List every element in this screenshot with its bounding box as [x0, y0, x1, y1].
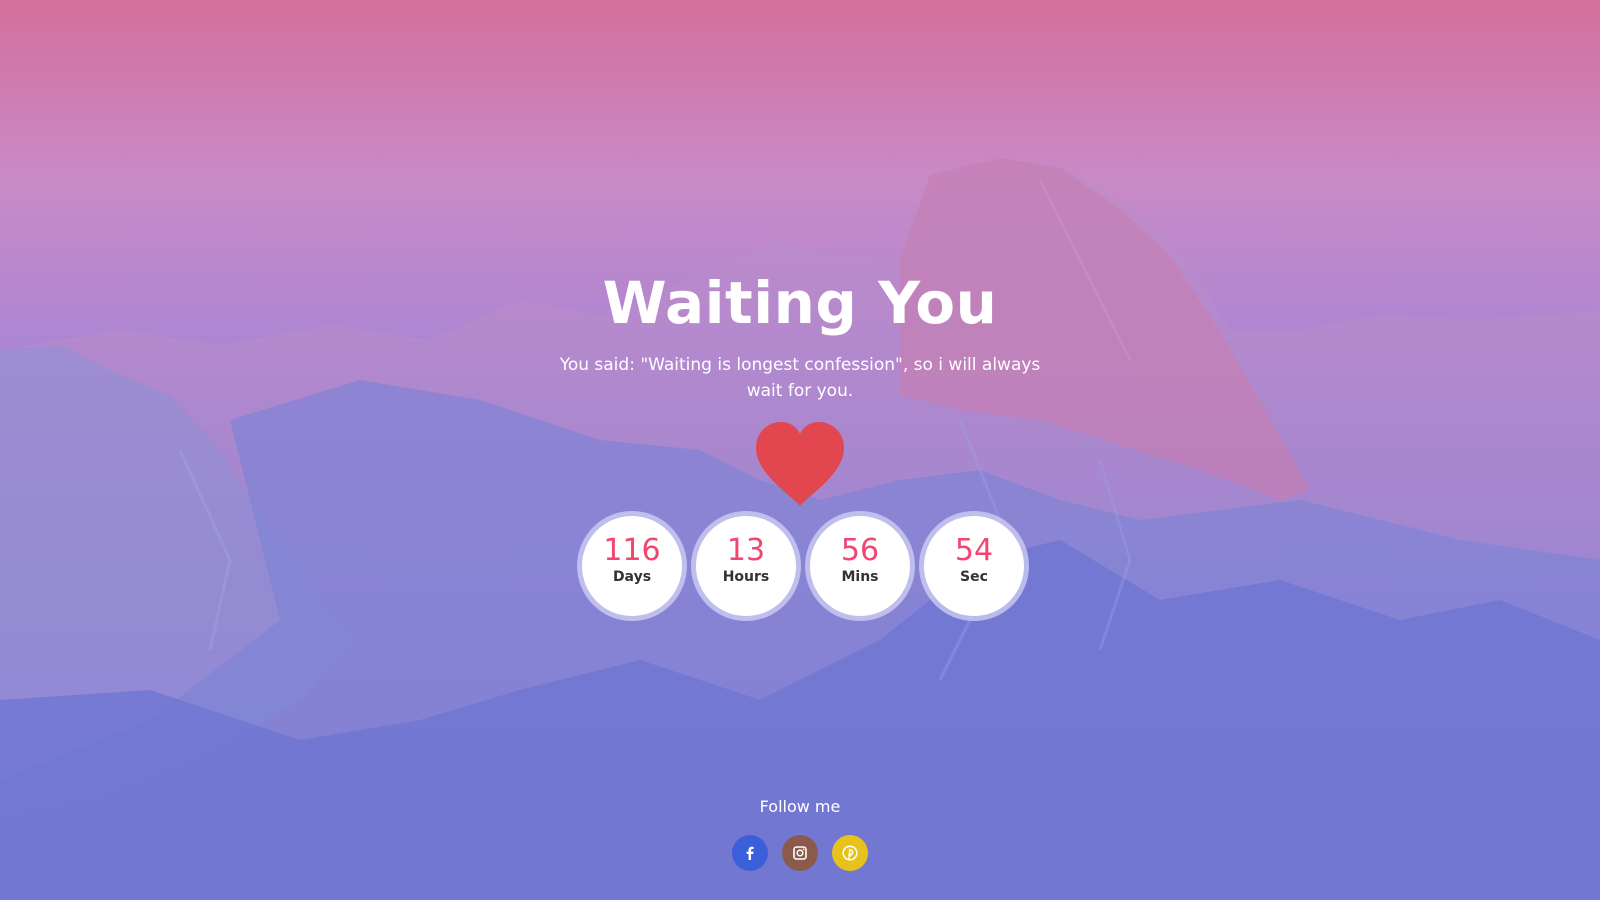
page-title: Waiting You [602, 269, 998, 337]
pinterest-button[interactable] [832, 835, 868, 871]
follow-label: Follow me [759, 797, 841, 816]
pinterest-icon [842, 845, 858, 861]
countdown-days-value: 116 [603, 533, 661, 568]
countdown-days-label: Days [612, 569, 652, 585]
countdown-hours: 13 Hours [696, 516, 796, 616]
heart-icon [756, 422, 844, 506]
countdown-hours-value: 13 [726, 533, 766, 568]
countdown-hours-label: Hours [722, 569, 770, 585]
countdown-mins: 56 Mins [810, 516, 910, 616]
countdown-mins-label: Mins [841, 569, 879, 585]
main-content: Waiting You You said: "Waiting is longes… [0, 0, 1600, 900]
countdown-days: 116 Days [582, 516, 682, 616]
countdown-mins-value: 56 [840, 533, 880, 568]
page-subtitle: You said: "Waiting is longest confession… [559, 355, 1041, 401]
facebook-icon [746, 846, 754, 860]
countdown-sec: 54 Sec [924, 516, 1024, 616]
countdown-sec-value: 54 [954, 533, 994, 568]
facebook-button[interactable] [732, 835, 768, 871]
instagram-icon [793, 846, 807, 860]
countdown-timer: 116 Days 13 Hours 56 Mins 54 Sec [578, 516, 1024, 618]
instagram-button[interactable] [782, 835, 818, 871]
countdown-sec-label: Sec [960, 569, 988, 585]
social-links [732, 835, 868, 871]
